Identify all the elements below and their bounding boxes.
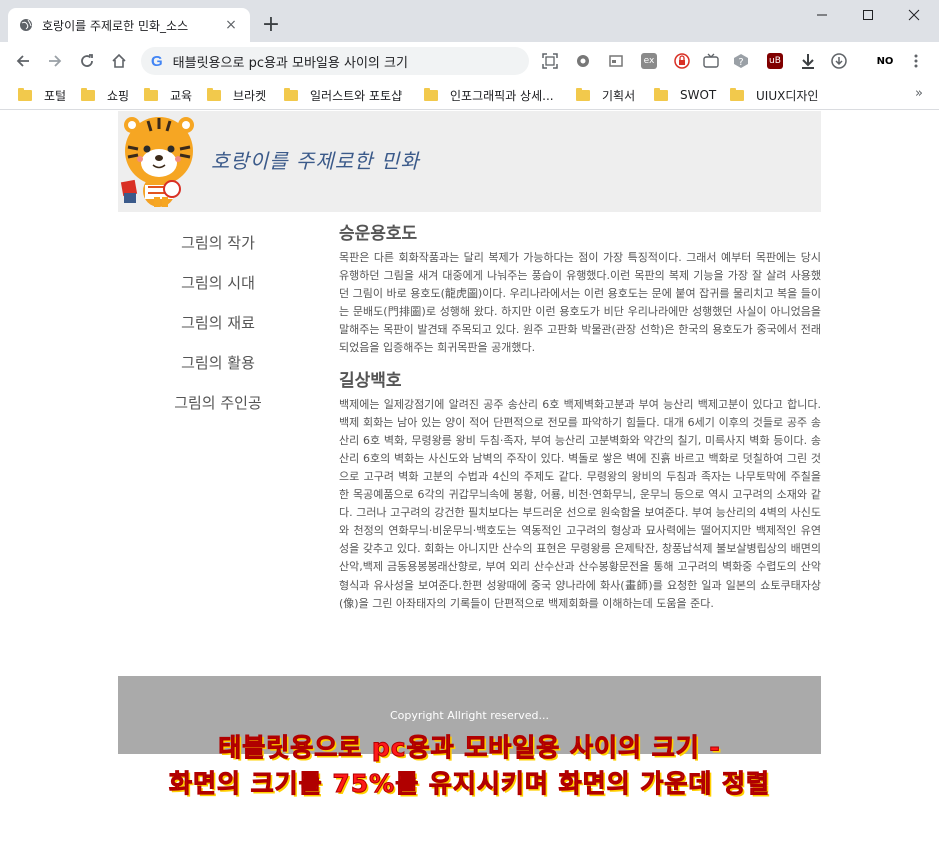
settings-extension-icon[interactable]: [575, 53, 591, 69]
nav-item-era[interactable]: 그림의 시대: [118, 263, 318, 303]
browser-window: 호랑이를 주제로한 민화_소스 × + G 태블릿용으로 pc용과 모바일용 사…: [0, 0, 939, 856]
nav-item-usage[interactable]: 그림의 활용: [118, 343, 318, 383]
bookmark-education[interactable]: 교육: [144, 86, 192, 104]
bookmark-portal[interactable]: 포털: [18, 86, 66, 104]
bookmarks-bar: 포털 쇼핑 교육 브라켓 일러스트와 포토샵 인포그래픽과 상세... 기획서 …: [0, 80, 939, 110]
bookmark-uiux[interactable]: UIUX디자인: [730, 86, 818, 104]
main-content: 승운용호도 목판은 다른 회화작품과는 달리 복제가 가능하다는 점이 가장 특…: [339, 219, 821, 621]
new-tab-button[interactable]: +: [258, 12, 284, 38]
side-nav: 그림의 작가 그림의 시대 그림의 재료 그림의 활용 그림의 주인공: [118, 223, 318, 423]
home-icon: [112, 53, 126, 68]
tiger-logo-icon: [120, 117, 194, 207]
folder-icon: [424, 87, 438, 101]
browser-toolbar: G 태블릿용으로 pc용과 모바일용 사이의 크기 ex ? uB NO: [0, 42, 939, 80]
tab-strip: 호랑이를 주제로한 민화_소스 × +: [0, 0, 939, 42]
globe-icon: [18, 17, 34, 33]
reload-button[interactable]: [74, 48, 100, 74]
folder-icon: [207, 87, 221, 101]
nav-item-material[interactable]: 그림의 재료: [118, 303, 318, 343]
menu-button[interactable]: [908, 53, 924, 69]
minimize-icon: [817, 14, 827, 16]
folder-icon: [654, 87, 668, 101]
window-extension-icon[interactable]: [608, 53, 624, 69]
maximize-button[interactable]: [845, 0, 891, 30]
caption-overlay: 태블릿용으로 pc용과 모바일용 사이의 크기 - 화면의 크기를 75%를 유…: [0, 730, 939, 802]
help-extension-icon[interactable]: ?: [733, 53, 749, 69]
download-icon[interactable]: [800, 53, 816, 69]
address-bar[interactable]: G 태블릿용으로 pc용과 모바일용 사이의 크기: [141, 47, 529, 75]
bookmark-infographic[interactable]: 인포그래픽과 상세...: [424, 86, 554, 104]
ex-extension-icon[interactable]: ex: [641, 53, 657, 69]
screenshot-icon[interactable]: [542, 53, 558, 69]
caption-line: 화면의 크기를 75%를 유지시키며 화면의 가운데 정렬: [168, 769, 771, 799]
section-title: 승운용호도: [339, 224, 418, 244]
kebab-menu-icon: [914, 54, 918, 68]
google-g-icon: G: [151, 52, 163, 70]
bookmark-shopping[interactable]: 쇼핑: [81, 86, 129, 104]
back-arrow-icon: [16, 55, 29, 67]
active-tab[interactable]: 호랑이를 주제로한 민화_소스 ×: [8, 8, 250, 42]
folder-icon: [730, 87, 744, 101]
site-header: 호랑이를 주제로한 민화: [118, 111, 821, 212]
reload-icon: [81, 54, 93, 67]
lock-extension-icon[interactable]: [674, 53, 690, 69]
minimize-button[interactable]: [799, 0, 845, 30]
close-icon: [908, 9, 920, 21]
close-window-button[interactable]: [891, 0, 937, 30]
section-body: 목판은 다른 회화작품과는 달리 복제가 가능하다는 점이 가장 특징적이다. …: [339, 251, 821, 355]
folder-icon: [81, 87, 95, 101]
copyright-text: Copyright Allright reserved...: [389, 708, 550, 722]
profile-download-icon[interactable]: [831, 53, 847, 69]
back-button[interactable]: [10, 48, 36, 74]
folder-icon: [284, 87, 298, 101]
section-body: 백제에는 일제강점기에 알려진 공주 송산리 6호 백제벽화고분과 부여 능산리…: [339, 397, 821, 610]
bookmark-brackets[interactable]: 브라켓: [207, 86, 266, 104]
ublock-icon[interactable]: uB: [767, 53, 783, 69]
forward-arrow-icon: [49, 55, 62, 67]
tab-title: 호랑이를 주제로한 민화_소스: [42, 18, 189, 33]
forward-button[interactable]: [42, 48, 68, 74]
folder-icon: [576, 87, 590, 101]
svg-text:?: ?: [738, 57, 743, 68]
caption-line: 태블릿용으로 pc용과 모바일용 사이의 크기 -: [218, 733, 721, 763]
folder-icon: [144, 87, 158, 101]
tab-close-button[interactable]: ×: [222, 17, 240, 33]
nh-extension-icon[interactable]: NO: [874, 53, 896, 69]
bookmark-plan[interactable]: 기획서: [576, 86, 635, 104]
tv-extension-icon[interactable]: [703, 53, 719, 69]
address-text[interactable]: 태블릿용으로 pc용과 모바일용 사이의 크기: [173, 52, 408, 71]
bookmarks-overflow-button[interactable]: »: [915, 86, 923, 101]
home-button[interactable]: [106, 48, 132, 74]
bookmark-illustrator[interactable]: 일러스트와 포토샵: [284, 86, 402, 104]
folder-icon: [18, 87, 32, 101]
section-title: 길상백호: [339, 370, 402, 391]
nav-item-artist[interactable]: 그림의 작가: [118, 223, 318, 263]
bookmark-swot[interactable]: SWOT: [654, 86, 716, 104]
web-page: 호랑이를 주제로한 민화 그림의 작가 그림의 시대 그림의 재료 그림의 활용…: [0, 111, 939, 856]
site-title: 호랑이를 주제로한 민화: [211, 149, 420, 173]
nav-item-subject[interactable]: 그림의 주인공: [118, 383, 318, 423]
maximize-icon: [863, 10, 873, 20]
